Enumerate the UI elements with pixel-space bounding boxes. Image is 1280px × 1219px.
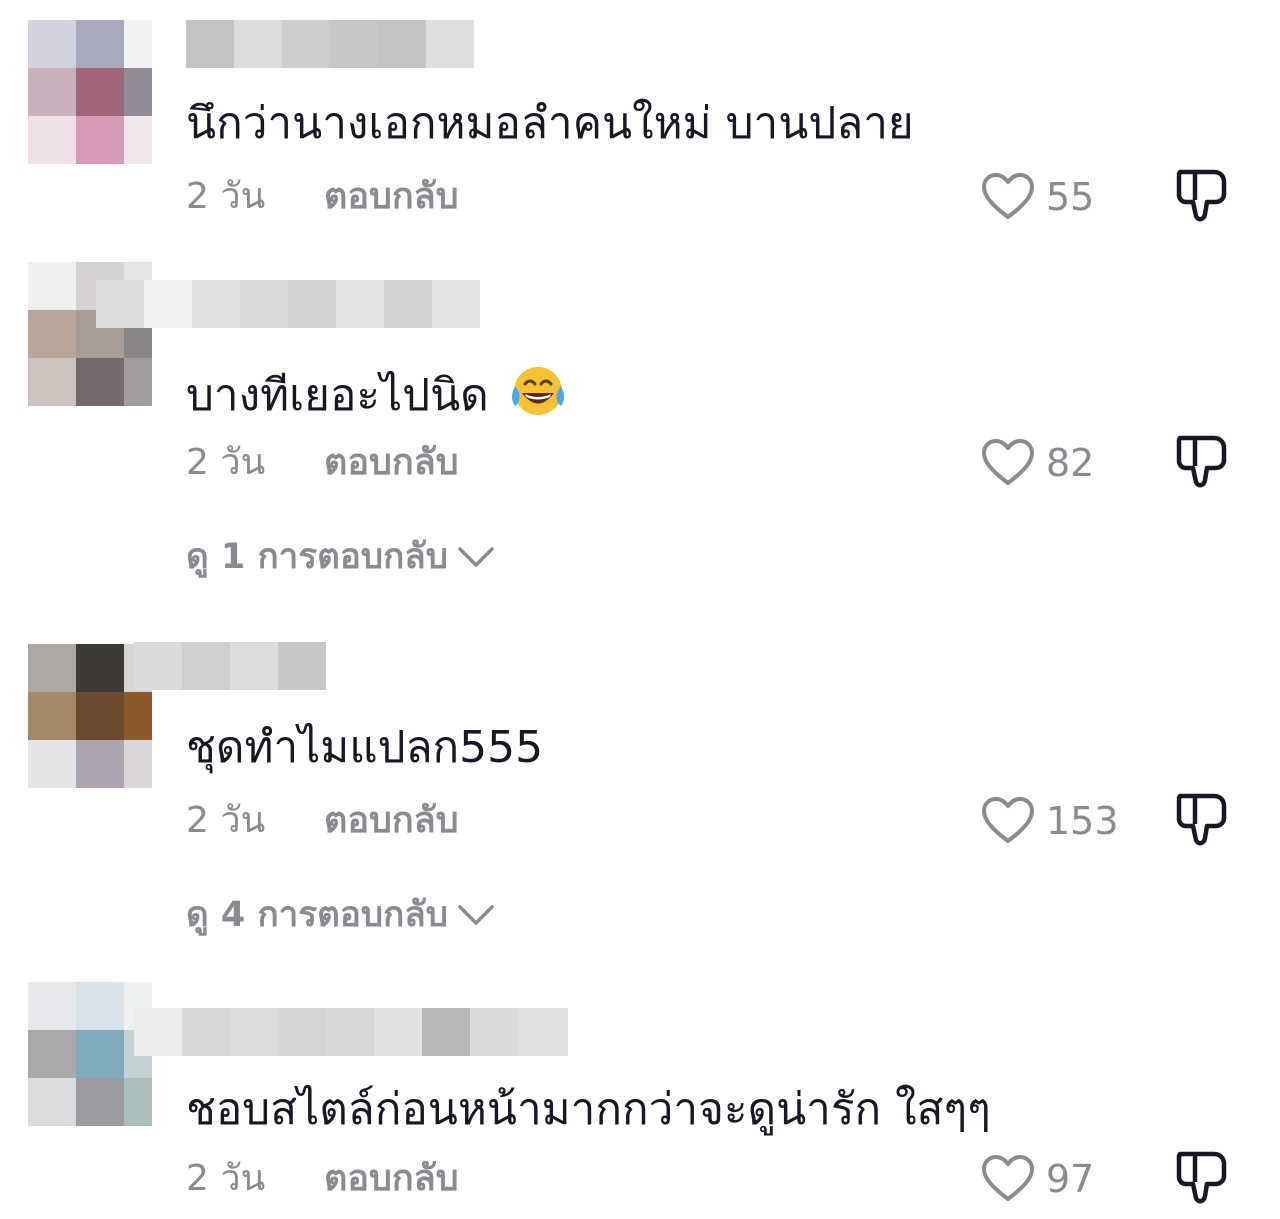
comment-time: 2 วัน — [186, 800, 266, 841]
thumbs-down-outline-icon[interactable] — [1174, 432, 1230, 492]
comment-text: บางทีเยอะไปนิด — [186, 362, 569, 424]
comment-meta: 2 วัน ตอบกลับ 97 — [186, 1151, 1280, 1204]
heart-outline-icon — [982, 797, 1034, 843]
like-count: 82 — [1046, 441, 1095, 485]
like-count: 55 — [1046, 175, 1095, 219]
reply-button[interactable]: ตอบกลับ — [324, 796, 459, 846]
like-count: 97 — [1046, 1157, 1095, 1201]
avatar[interactable] — [28, 20, 152, 164]
comment-time: 2 วัน — [186, 442, 266, 483]
reply-button[interactable]: ตอบกลับ — [324, 1154, 459, 1204]
like-button[interactable]: 55 — [980, 172, 1094, 222]
chevron-down-icon — [458, 905, 494, 925]
comment-text: ชุดทำไมแปลก555 — [186, 722, 544, 773]
heart-outline-icon — [982, 1155, 1034, 1201]
reply-button[interactable]: ตอบกลับ — [324, 172, 459, 222]
heart-outline-icon — [982, 173, 1034, 219]
view-replies-label: ดู 1 การตอบกลับ — [186, 537, 448, 577]
heart-outline-icon — [982, 439, 1034, 485]
reply-button[interactable]: ตอบกลับ — [324, 438, 459, 488]
comment-text: นึกว่านางเอกหมอลำคนใหม่ บานปลาย — [186, 98, 914, 149]
view-replies-button[interactable]: ดู 1 การตอบกลับ — [186, 532, 496, 582]
comment-meta: 2 วัน ตอบกลับ 153 — [186, 793, 1280, 846]
face-with-tears-of-joy-emoji — [511, 367, 564, 415]
username[interactable] — [134, 642, 326, 690]
comment-text-content: บางทีเยอะไปนิด — [186, 370, 489, 421]
username[interactable] — [186, 20, 474, 68]
like-button[interactable]: 97 — [980, 1154, 1094, 1204]
comment-time: 2 วัน — [186, 1158, 266, 1199]
thumbs-down-outline-icon[interactable] — [1174, 1148, 1230, 1208]
comment-text: ชอบสไตล์ก่อนหน้ามากกว่าจะดูน่ารัก ใสๆๆ — [186, 1084, 991, 1135]
comment-meta: 2 วัน ตอบกลับ 82 — [186, 435, 1280, 488]
username[interactable] — [134, 1008, 568, 1056]
like-count: 153 — [1046, 799, 1119, 843]
like-button[interactable]: 153 — [980, 796, 1119, 846]
view-replies-label: ดู 4 การตอบกลับ — [186, 895, 448, 935]
thumbs-down-outline-icon[interactable] — [1174, 790, 1230, 850]
username[interactable] — [96, 280, 480, 328]
thumbs-down-outline-icon[interactable] — [1174, 166, 1230, 226]
comment-time: 2 วัน — [186, 176, 266, 217]
chevron-down-icon — [458, 547, 494, 567]
comment-meta: 2 วัน ตอบกลับ 55 — [186, 169, 1280, 222]
view-replies-button[interactable]: ดู 4 การตอบกลับ — [186, 890, 496, 940]
like-button[interactable]: 82 — [980, 438, 1094, 488]
